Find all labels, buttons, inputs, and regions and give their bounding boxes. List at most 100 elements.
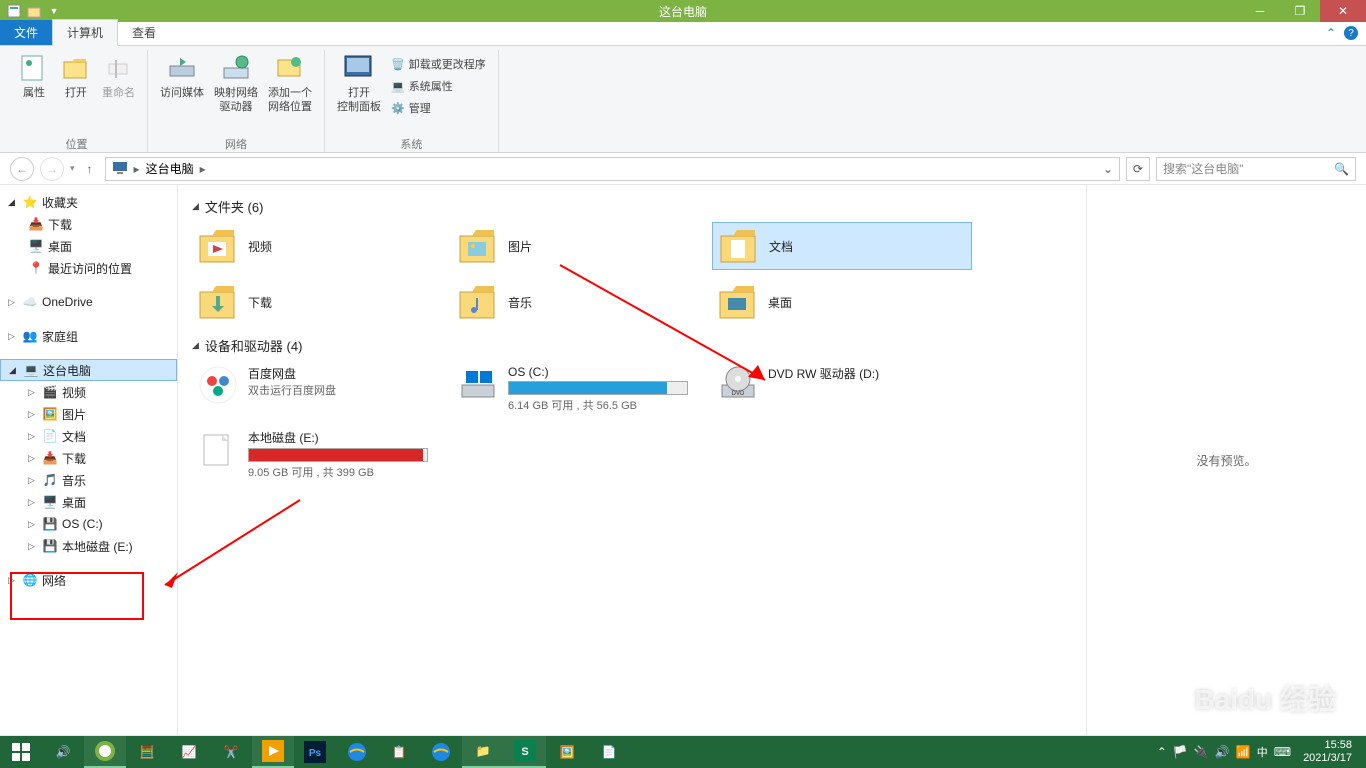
task-snip[interactable]: 📈 <box>168 736 210 768</box>
control-panel-button[interactable]: 打开 控制面板 <box>333 50 385 116</box>
folder-picture[interactable]: 图片 <box>452 222 712 270</box>
task-wps[interactable]: S <box>504 736 546 768</box>
rename-button[interactable]: 重命名 <box>98 50 139 102</box>
manage-button[interactable]: ⚙️管理 <box>387 98 490 118</box>
addr-dropdown-icon[interactable]: ⌄ <box>1103 162 1113 176</box>
star-icon: ⭐ <box>22 194 38 210</box>
minimize-button[interactable]: ─ <box>1240 0 1280 22</box>
ribbon: 属性 打开 重命名 位置 访问媒体 映射网络 驱动器 添加一个 网络位置 网络 … <box>0 46 1366 153</box>
search-input[interactable]: 搜索"这台电脑" 🔍 <box>1156 157 1356 181</box>
sidebar-doc[interactable]: ▷📄文档 <box>0 425 177 447</box>
tab-file[interactable]: 文件 <box>0 20 52 45</box>
tray-volume-icon[interactable]: 🔊 <box>1215 745 1230 759</box>
task-ie1[interactable] <box>336 736 378 768</box>
nav-bar: ← → ▾ ↑ ▸ 这台电脑 ▸ ⌄ ⟳ 搜索"这台电脑" 🔍 <box>0 153 1366 185</box>
properties-button[interactable]: 属性 <box>14 50 54 102</box>
task-app1[interactable]: 🔊 <box>42 736 84 768</box>
folder-doc[interactable]: 文档 <box>712 222 972 270</box>
task-explorer[interactable]: 📁 <box>462 736 504 768</box>
open-button[interactable]: 打开 <box>56 50 96 102</box>
drive-dvd[interactable]: DVD DVD RW 驱动器 (D:) <box>712 361 972 417</box>
sidebar-downloads[interactable]: 📥下载 <box>0 213 177 235</box>
taskbar: 🔊 🧮 📈 ✂️ Ps 📋 📁 S 🖼️ 📄 ⌃ 🏳️ 🔌 🔊 📶 中 ⌨ 15… <box>0 736 1366 768</box>
maximize-button[interactable]: ❐ <box>1280 0 1320 22</box>
drive-locale[interactable]: 本地磁盘 (E:)9.05 GB 可用 , 共 399 GB <box>192 425 452 484</box>
ribbon-group-location: 属性 打开 重命名 位置 <box>6 50 148 152</box>
uninstall-icon: 🗑️ <box>391 58 405 71</box>
sidebar-video[interactable]: ▷🎬视频 <box>0 381 177 403</box>
pc-icon <box>112 159 128 178</box>
tray-flag-icon[interactable]: 🏳️ <box>1173 745 1188 759</box>
tray-up-icon[interactable]: ⌃ <box>1157 745 1167 759</box>
drive-baidu[interactable]: 百度网盘双击运行百度网盘 <box>192 361 452 417</box>
tray-power-icon[interactable]: 🔌 <box>1194 745 1209 759</box>
task-photos[interactable]: 🖼️ <box>546 736 588 768</box>
close-button[interactable]: ✕ <box>1320 0 1366 22</box>
up-button[interactable]: ↑ <box>81 160 99 178</box>
quick-access-toolbar: ▼ <box>0 3 62 19</box>
folder-desktop[interactable]: 桌面 <box>712 278 972 326</box>
drive-icon <box>198 429 238 469</box>
baidu-icon <box>198 365 238 405</box>
start-button[interactable] <box>0 736 42 768</box>
ribbon-group-system: 打开 控制面板 🗑️卸载或更改程序 💻系统属性 ⚙️管理 系统 <box>325 50 499 152</box>
qat-dropdown-icon[interactable]: ▼ <box>46 3 62 19</box>
sidebar-osc[interactable]: ▷💾OS (C:) <box>0 513 177 535</box>
sidebar-picture[interactable]: ▷🖼️图片 <box>0 403 177 425</box>
access-media-button[interactable]: 访问媒体 <box>156 50 208 102</box>
taskbar-clock[interactable]: 15:582021/3/17 <box>1297 739 1358 765</box>
forward-button[interactable]: → <box>40 157 64 181</box>
qat-properties-icon[interactable] <box>6 3 22 19</box>
cloud-icon: ☁️ <box>22 294 38 310</box>
folder-download[interactable]: 下载 <box>192 278 452 326</box>
task-app3[interactable]: ✂️ <box>210 736 252 768</box>
add-netloc-button[interactable]: 添加一个 网络位置 <box>264 50 316 116</box>
uninstall-button[interactable]: 🗑️卸载或更改程序 <box>387 54 490 74</box>
addr-location[interactable]: 这台电脑 <box>146 160 194 177</box>
task-player[interactable] <box>252 736 294 768</box>
drive-icon: 💾 <box>42 516 58 532</box>
svg-text:Ps: Ps <box>309 748 322 759</box>
tray-net-icon[interactable]: 📶 <box>1236 745 1251 759</box>
sidebar-onedrive[interactable]: ▷☁️OneDrive <box>0 291 177 313</box>
sidebar-music[interactable]: ▷🎵音乐 <box>0 469 177 491</box>
help-icon[interactable]: ? <box>1344 26 1358 40</box>
sidebar-network[interactable]: ▷🌐网络 <box>0 569 177 591</box>
task-ps[interactable]: Ps <box>294 736 336 768</box>
pc-icon: 💻 <box>23 362 39 378</box>
history-dropdown-icon[interactable]: ▾ <box>70 163 75 174</box>
section-devices[interactable]: ◢设备和驱动器 (4) <box>192 336 1072 355</box>
folder-music[interactable]: 音乐 <box>452 278 712 326</box>
drive-osc[interactable]: OS (C:)6.14 GB 可用 , 共 56.5 GB <box>452 361 712 417</box>
map-drive-button[interactable]: 映射网络 驱动器 <box>210 50 262 116</box>
sidebar-dl2[interactable]: ▷📥下载 <box>0 447 177 469</box>
tray-ime-icon[interactable]: 中 <box>1257 744 1268 760</box>
folder-video[interactable]: 视频 <box>192 222 452 270</box>
sidebar-favorites[interactable]: ◢⭐收藏夹 <box>0 191 177 213</box>
desktop-icon: 🖥️ <box>28 238 44 254</box>
sidebar-homegroup[interactable]: ▷👥家庭组 <box>0 325 177 347</box>
qat-newfolder-icon[interactable] <box>26 3 42 19</box>
task-app5[interactable]: 📋 <box>378 736 420 768</box>
sidebar-desktop[interactable]: 🖥️桌面 <box>0 235 177 257</box>
ribbon-collapse-icon[interactable]: ⌃ <box>1326 26 1336 40</box>
sysprops-button[interactable]: 💻系统属性 <box>387 76 490 96</box>
sidebar-locale[interactable]: ▷💾本地磁盘 (E:) <box>0 535 177 557</box>
task-calc[interactable]: 🧮 <box>126 736 168 768</box>
sidebar-desk2[interactable]: ▷🖥️桌面 <box>0 491 177 513</box>
ribbon-tabs: 文件 计算机 查看 ⌃ ? <box>0 22 1366 46</box>
refresh-button[interactable]: ⟳ <box>1126 157 1150 181</box>
homegroup-icon: 👥 <box>22 328 38 344</box>
section-folders[interactable]: ◢文件夹 (6) <box>192 197 1072 216</box>
sidebar-recent[interactable]: 📍最近访问的位置 <box>0 257 177 279</box>
task-ie2[interactable] <box>420 736 462 768</box>
tab-view[interactable]: 查看 <box>118 20 170 45</box>
address-bar[interactable]: ▸ 这台电脑 ▸ ⌄ <box>105 157 1120 181</box>
tray-ime2-icon[interactable]: ⌨ <box>1274 745 1291 759</box>
ribbon-group-network: 访问媒体 映射网络 驱动器 添加一个 网络位置 网络 <box>148 50 325 152</box>
task-app7[interactable]: 📄 <box>588 736 630 768</box>
tab-computer[interactable]: 计算机 <box>52 19 118 46</box>
task-browser[interactable] <box>84 736 126 768</box>
back-button[interactable]: ← <box>10 157 34 181</box>
sidebar-thispc[interactable]: ◢💻这台电脑 <box>0 359 177 381</box>
